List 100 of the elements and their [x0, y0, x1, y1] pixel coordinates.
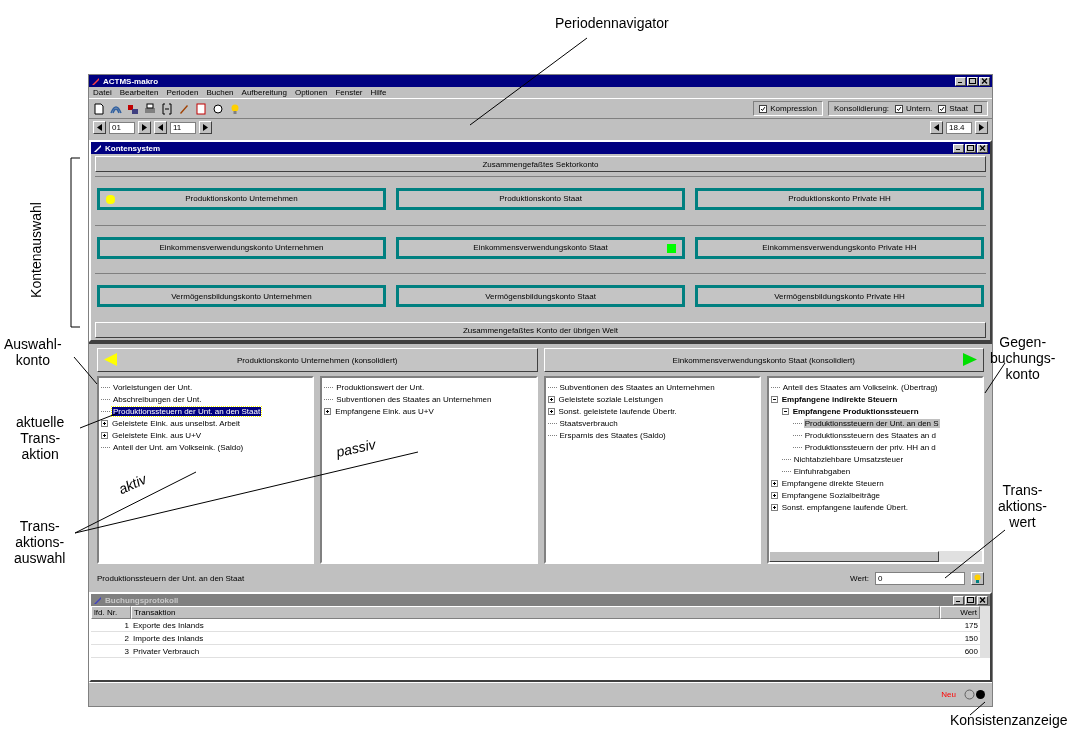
tree-item[interactable]: Geleistete Eink. aus U+V	[111, 430, 203, 440]
menu-item[interactable]: Fenster	[335, 88, 363, 97]
menu-item[interactable]: Optionen	[294, 88, 328, 97]
menu-item[interactable]: Bearbeiten	[119, 88, 159, 97]
maximize-button[interactable]	[967, 76, 978, 86]
account-button[interactable]: Einkommensverwendungskonto Unternehmen	[97, 236, 386, 259]
plus-icon[interactable]	[324, 407, 332, 415]
brush-icon[interactable]	[178, 102, 190, 115]
tree-item[interactable]: Geleistete Eink. aus unselbst. Arbeit	[111, 418, 242, 428]
plus-icon[interactable]	[770, 479, 778, 487]
menu-item[interactable]: Hilfe	[370, 88, 387, 97]
status-state: Neu	[941, 690, 956, 699]
plus-icon[interactable]	[547, 407, 555, 415]
table-cell: Importe des Inlands	[131, 632, 940, 645]
account-button[interactable]: Einkommensverwendungskonto Private HH	[695, 236, 984, 259]
account-button[interactable]: Vermögensbildungskonto Staat	[396, 285, 685, 308]
menu-item[interactable]: Buchen	[206, 88, 234, 97]
brackets-icon[interactable]	[161, 102, 173, 115]
lightbulb-icon[interactable]	[229, 102, 241, 115]
left-button[interactable]	[154, 121, 167, 134]
annotation: Auswahl- konto	[4, 336, 62, 368]
account-button[interactable]: Produktionskonto Private HH	[695, 187, 984, 210]
circle-icon[interactable]	[212, 102, 224, 115]
column-header[interactable]: lfd. Nr.	[91, 606, 131, 619]
close-icon	[981, 78, 988, 84]
page-icon[interactable]	[195, 102, 207, 115]
tree-item[interactable]: Ersparnis des Staates (Saldo)	[558, 430, 667, 440]
account-button[interactable]: Zusammengefaßtes Konto der übrigen Welt	[95, 322, 986, 338]
tree-item[interactable]: Empfangene Eink. aus U+V	[334, 406, 435, 416]
period-field[interactable]: 11	[170, 121, 196, 134]
tree-item[interactable]: Produktionssteuern der Unt. an den Staat	[112, 406, 262, 416]
tree-item[interactable]: Produktionssteuern der priv. HH an d	[803, 442, 937, 452]
column-header[interactable]: Wert	[940, 606, 980, 619]
checkbox[interactable]	[895, 104, 904, 113]
account-button[interactable]: Produktionskonto Unternehmen	[97, 187, 386, 210]
tree-item[interactable]: Subventionen des Staates an Unternehmen	[558, 382, 716, 392]
right-button[interactable]	[199, 121, 212, 134]
confirm-button[interactable]	[971, 571, 984, 585]
status-text: Produktionssteuern der Unt. an den Staat	[97, 573, 246, 583]
account-button[interactable]: Vermögensbildungskonto Unternehmen	[97, 285, 386, 308]
tree-item[interactable]: Produktionssteuern des Staates an d	[803, 430, 937, 440]
tree-item[interactable]: Anteil des Staates am Volkseink. (Übertrag)	[781, 382, 939, 392]
plus-icon[interactable]	[101, 419, 108, 427]
tree-item[interactable]: Empfangene indirekte Steuern	[780, 394, 899, 404]
tree-item[interactable]: Anteil der Unt. am Volkseink. (Saldo)	[112, 442, 245, 452]
account-button[interactable]: Einkommensverwendungskonto Staat	[396, 236, 685, 259]
left-button[interactable]	[930, 121, 943, 134]
account-button[interactable]: Produktionskonto Staat	[396, 187, 685, 210]
tree-item[interactable]: Empfangene direkte Steuern	[780, 478, 885, 488]
checkbox[interactable]	[759, 104, 768, 113]
plus-icon[interactable]	[547, 395, 555, 403]
document-icon[interactable]	[93, 102, 105, 115]
tree-item[interactable]: Geleistete soziale Leistungen	[557, 394, 664, 404]
tree-item[interactable]: Empfangene Sozialbeiträge	[780, 490, 882, 500]
period-field[interactable]: 18.4	[946, 121, 972, 134]
close-button[interactable]	[977, 143, 988, 153]
plus-icon[interactable]	[770, 503, 778, 511]
close-icon	[979, 597, 986, 603]
minimize-button[interactable]	[955, 76, 966, 86]
plus-icon[interactable]	[101, 431, 108, 439]
tree-item[interactable]: Staatsverbrauch	[558, 418, 619, 428]
checkbox-label: Kompression	[770, 104, 817, 113]
scrollbar[interactable]	[768, 551, 982, 562]
tree-item[interactable]: Sonst. geleistete laufende Übertr.	[557, 406, 678, 416]
checkbox[interactable]	[938, 104, 947, 113]
right-button[interactable]	[975, 121, 988, 134]
value-field[interactable]: 0	[875, 571, 965, 585]
maximize-icon	[969, 78, 976, 84]
tree-item[interactable]: Subventionen des Staates an Unternehmen	[335, 394, 493, 404]
plus-icon[interactable]	[770, 491, 778, 499]
window-title: Kontensystem	[105, 143, 162, 153]
minus-icon[interactable]	[770, 395, 778, 403]
menu-item[interactable]: Aufbereitung	[241, 88, 287, 97]
table-cell: 2	[91, 632, 131, 645]
column-header[interactable]: Transaktion	[131, 606, 940, 619]
tree-item[interactable]: Vorleistungen der Unt.	[112, 382, 194, 392]
printer-icon[interactable]	[144, 102, 156, 115]
left-button[interactable]	[93, 121, 106, 134]
tree-item[interactable]: Nichtabziehbare Umsatzsteuer	[792, 454, 905, 464]
menu-item[interactable]: Perioden	[166, 88, 199, 97]
menu-item[interactable]: Datei	[93, 88, 112, 97]
tree-item[interactable]: Einfuhrabgaben	[792, 466, 852, 476]
period-field[interactable]: 01	[109, 121, 135, 134]
tree-item[interactable]: Sonst. empfangene laufende Übert.	[780, 502, 910, 512]
right-button[interactable]	[138, 121, 151, 134]
account-button[interactable]: Zusammengefaßtes Sektorkonto	[95, 156, 986, 172]
tree-item[interactable]: Abschreibungen der Unt.	[112, 394, 203, 404]
account-button[interactable]: Vermögensbildungskonto Private HH	[695, 285, 984, 308]
chart-icon[interactable]	[127, 102, 139, 115]
tree-item[interactable]: Produktionswert der Unt.	[335, 382, 426, 392]
tree-item[interactable]: Produktionssteuern der Unt. an den S	[803, 418, 940, 428]
left-arrow-icon	[933, 124, 940, 131]
minimize-button[interactable]	[953, 143, 964, 153]
minus-icon[interactable]	[781, 407, 789, 415]
window-title: Buchungsprotokoll	[105, 595, 180, 605]
scrollbar[interactable]	[980, 606, 990, 658]
tree-item[interactable]: Empfangene Produktionssteuern	[791, 406, 920, 416]
maximize-button[interactable]	[965, 143, 976, 153]
table-cell: 3	[91, 645, 131, 658]
close-button[interactable]	[979, 76, 990, 86]
